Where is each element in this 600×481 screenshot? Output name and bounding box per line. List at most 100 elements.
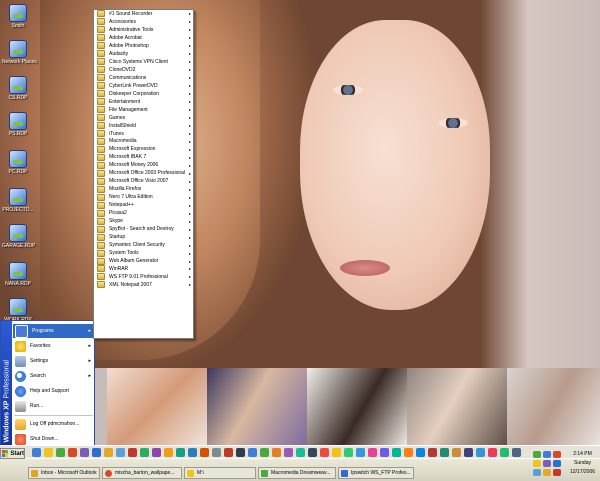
task-dreamweaver[interactable]: Macromedia Dreamweav... [258,467,336,479]
taskbar-clock[interactable]: 2:14 PM Sunday 12/17/2006 [565,450,600,477]
quick-launch-app-icon[interactable] [440,448,449,457]
quick-launch-app-icon[interactable] [344,448,353,457]
start-menu-log-off[interactable]: Log Off pdmcmahon... [13,417,94,431]
quick-launch-app-icon[interactable] [140,448,149,457]
programs-menu-item[interactable]: Microsoft IBAK 7 ▸ [94,153,193,161]
programs-menu-item[interactable]: Microsoft Office 2003 Professional ▸ [94,169,193,177]
desktop-icon-pc-rdp[interactable]: PC.RDP [2,150,34,175]
start-menu-shut-down[interactable]: Shut Down... [13,432,94,446]
programs-menu-item[interactable]: CloneDVD2 ▸ [94,66,193,74]
quick-launch-app-icon[interactable] [68,448,77,457]
tray-app-icon[interactable] [533,469,541,476]
desktop-icon-projecto[interactable]: PROJECTO... [2,188,34,213]
programs-menu-item[interactable]: Cisco Systems VPN Client ▸ [94,58,193,66]
task-ws-ftp[interactable]: Ipswitch WS_FTP Profes... [338,467,414,479]
programs-menu-item[interactable]: Adobe Photoshop ▸ [94,42,193,50]
programs-menu-item[interactable]: Web Album Generator ▸ [94,257,193,265]
tray-app-icon[interactable] [543,451,551,458]
quick-launch-app-icon[interactable] [296,448,305,457]
programs-menu-item[interactable]: #1 Sound Recorder ▸ [94,10,193,18]
programs-menu-item[interactable]: CyberLink PowerDVD ▸ [94,82,193,90]
programs-menu-item[interactable]: Entertainment ▸ [94,98,193,106]
task-outlook[interactable]: Inbox - Microsoft Outlook [28,467,100,479]
quick-launch-app-icon[interactable] [416,448,425,457]
quick-launch-app-icon[interactable] [512,448,521,457]
start-menu-search[interactable]: Search ▸ [13,369,94,383]
start-menu-settings[interactable]: Settings ▸ [13,354,94,368]
start-menu-help[interactable]: Help and Support [13,384,94,398]
tray-app-icon[interactable] [553,451,561,458]
programs-menu-item[interactable]: Picasa2 ▸ [94,209,193,217]
programs-menu-item[interactable]: iTunes ▸ [94,130,193,138]
start-button[interactable]: Start [0,448,25,459]
quick-launch-app-icon[interactable] [308,448,317,457]
programs-menu-item[interactable]: Macromedia ▸ [94,137,193,146]
quick-launch-app-icon[interactable] [392,448,401,457]
quick-launch-app-icon[interactable] [284,448,293,457]
quick-launch-folder-icon[interactable] [44,448,53,457]
programs-menu-item[interactable]: Administrative Tools ▸ [94,26,193,34]
programs-menu-item[interactable]: WinRAR ▸ [94,265,193,273]
start-menu-favorites[interactable]: Favorites ▸ [13,339,94,353]
programs-menu-item[interactable]: File Management ▸ [94,106,193,114]
programs-menu-item[interactable]: InstallShield ▸ [94,122,193,130]
programs-menu-item[interactable]: Mozilla Firefox ▸ [94,185,193,193]
programs-menu-item[interactable]: Startup ▸ [94,233,193,241]
quick-launch-app-icon[interactable] [236,448,245,457]
quick-launch-app-icon[interactable] [152,448,161,457]
quick-launch-app-icon[interactable] [128,448,137,457]
quick-launch-app-icon[interactable] [212,448,221,457]
task-m-drive[interactable]: M:\ [184,467,256,479]
start-menu-run[interactable]: Run... [13,399,94,413]
tray-app-icon[interactable] [533,460,541,467]
programs-menu-item[interactable]: Microsoft Money 2006 ▸ [94,161,193,169]
programs-menu-item[interactable]: Adobe Acrobat ▸ [94,34,193,42]
quick-launch-app-icon[interactable] [200,448,209,457]
quick-launch-app-icon[interactable] [428,448,437,457]
start-menu-programs[interactable]: Programs ▸ [13,324,94,338]
tray-app-icon[interactable] [543,460,551,467]
programs-menu-item[interactable]: Audacity ▸ [94,50,193,58]
programs-menu-item[interactable]: System Tools ▸ [94,249,193,257]
quick-launch-app-icon[interactable] [488,448,497,457]
quick-launch-app-icon[interactable] [92,448,101,457]
tray-network-icon[interactable] [533,451,541,458]
quick-launch-app-icon[interactable] [368,448,377,457]
programs-menu-item[interactable]: Diskeeper Corporation ▸ [94,90,193,98]
programs-menu-item[interactable]: SpyBot - Search and Destroy ▸ [94,225,193,233]
desktop-icon-nana-rdp[interactable]: NANA.RDP [2,262,34,287]
quick-launch-app-icon[interactable] [80,448,89,457]
programs-menu-item[interactable]: Communications ▸ [94,74,193,82]
quick-launch-app-icon[interactable] [332,448,341,457]
quick-launch-app-icon[interactable] [164,448,173,457]
desktop-icon-garage-rdp[interactable]: GARAGE.RDP [2,224,35,249]
programs-menu-item[interactable]: Notepad++ ▸ [94,201,193,209]
tray-volume-icon[interactable] [553,460,561,467]
quick-launch-app-icon[interactable] [272,448,281,457]
desktop-icon-cs-rdp[interactable]: CS.RDP [2,76,34,101]
quick-launch-app-icon[interactable] [356,448,365,457]
programs-menu-item[interactable]: Microsoft Office Visio 2007 ▸ [94,177,193,185]
quick-launch-app-icon[interactable] [248,448,257,457]
programs-menu-item[interactable]: Nero 7 Ultra Edition ▸ [94,193,193,201]
tray-security-icon[interactable] [553,469,561,476]
programs-menu-item[interactable]: Symantec Client Security ▸ [94,241,193,249]
tray-app-icon[interactable] [543,469,551,476]
quick-launch-app-icon[interactable] [320,448,329,457]
desktop-icon-smith[interactable]: Smith [2,4,34,29]
quick-launch-app-icon[interactable] [188,448,197,457]
quick-launch-app-icon[interactable] [224,448,233,457]
quick-launch-app-icon[interactable] [404,448,413,457]
programs-menu-item[interactable]: WS FTP 9.01 Professional ▸ [94,273,193,281]
quick-launch-app-icon[interactable] [116,448,125,457]
programs-menu-item[interactable]: Skype ▸ [94,217,193,225]
desktop-icon-ps-rdp[interactable]: PS.RDP [2,112,34,137]
programs-menu-item[interactable]: Games ▸ [94,114,193,122]
quick-launch-ie-icon[interactable] [32,448,41,457]
quick-launch-app-icon[interactable] [260,448,269,457]
quick-launch-app-icon[interactable] [452,448,461,457]
quick-launch-app-icon[interactable] [380,448,389,457]
quick-launch-app-icon[interactable] [464,448,473,457]
quick-launch-desktop-icon[interactable] [56,448,65,457]
programs-menu-item[interactable]: XML Notepad 2007 ▸ [94,281,193,289]
